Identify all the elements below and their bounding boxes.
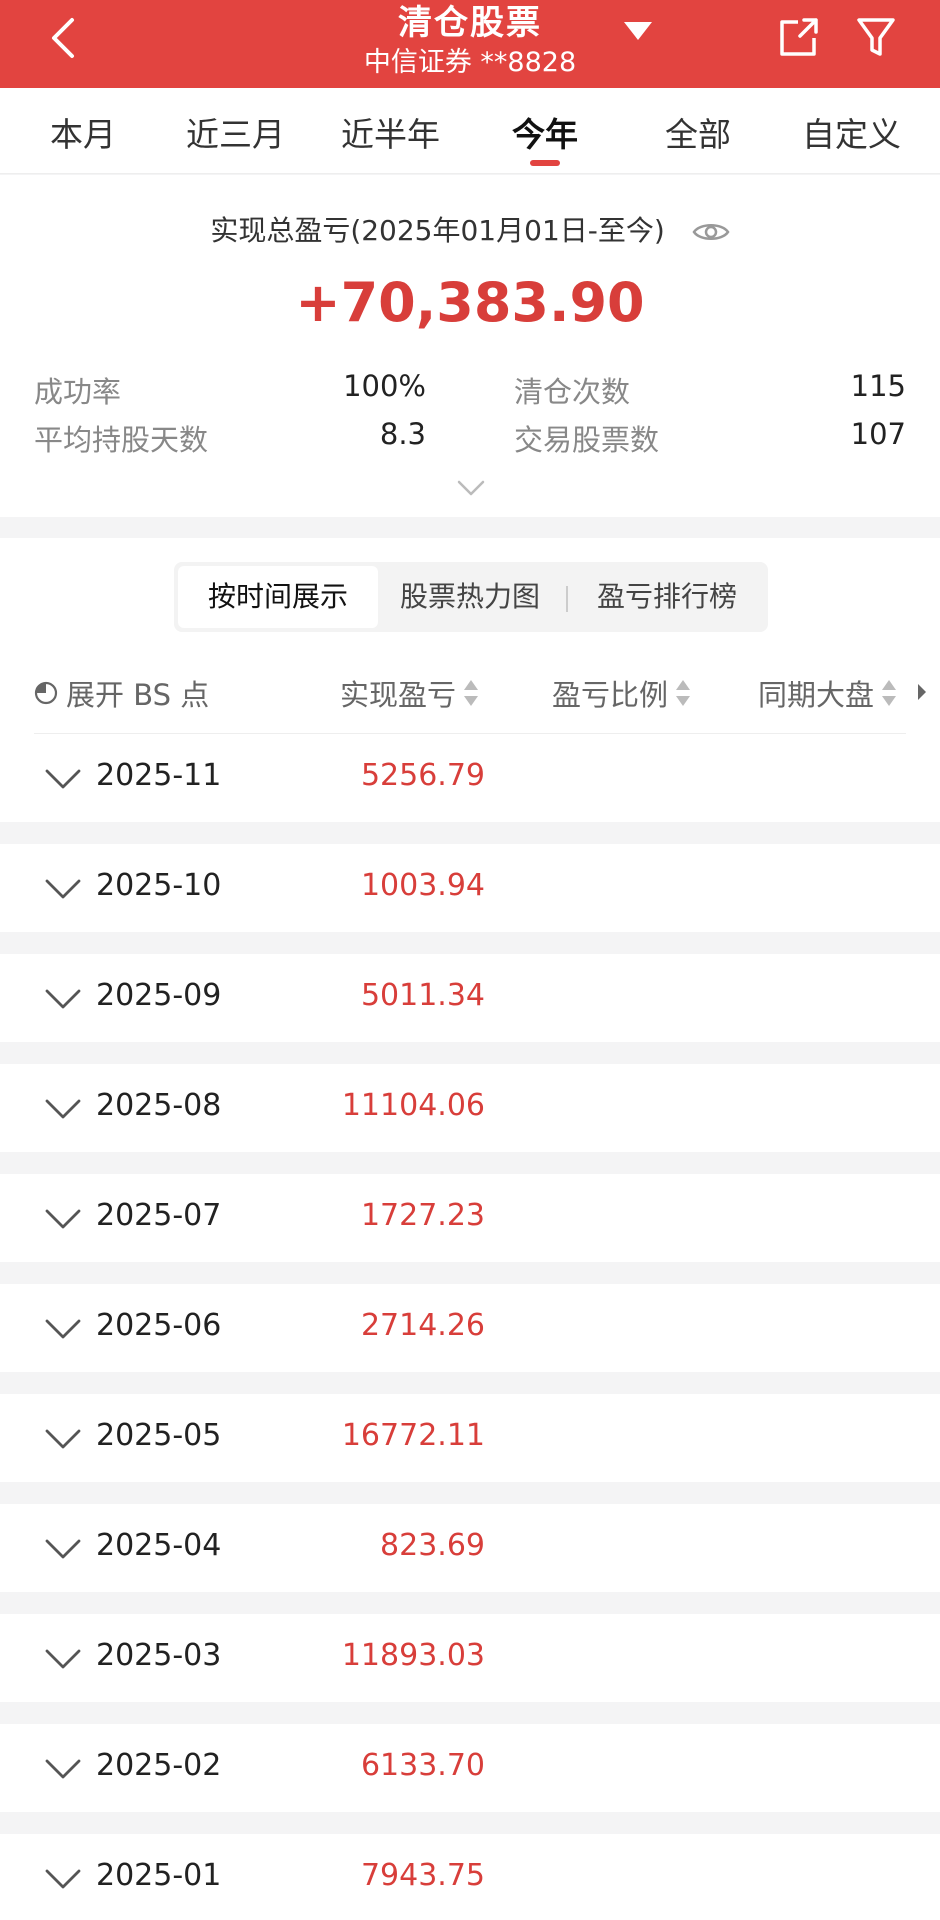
chevron-down-icon — [45, 1429, 81, 1449]
month-label: 2025-09 — [96, 978, 222, 1013]
realized-pnl-header: 实现盈亏 — [340, 678, 457, 712]
month-list: 2025-11 5256.79 2025-10 1003.94 2025-09 5011.… — [0, 734, 940, 1920]
chevron-down-icon — [45, 1539, 81, 1559]
month-label: 2025-10 — [96, 868, 222, 903]
summary-label-row: 实现总盈亏(2025年01月01日-至今) — [0, 209, 940, 249]
month-row[interactable]: 2025-08 11104.06 — [0, 1064, 940, 1152]
segment-heatmap[interactable]: 股票热力图 — [380, 566, 560, 628]
month-row[interactable]: 2025-06 2714.26 — [0, 1284, 940, 1372]
chevron-down-icon — [45, 1759, 81, 1779]
account-dropdown[interactable] — [600, 22, 652, 44]
tab-this-month[interactable]: 本月 — [50, 108, 116, 156]
month-label: 2025-11 — [96, 758, 222, 793]
chevron-down-icon — [45, 1649, 81, 1669]
eye-icon[interactable] — [692, 220, 730, 244]
tab-half-year[interactable]: 近半年 — [341, 108, 440, 156]
share-icon[interactable] — [776, 16, 820, 60]
month-pnl: 16772.11 — [341, 1418, 485, 1453]
sort-market[interactable]: 同期大盘 — [758, 672, 897, 714]
month-pnl: 11893.03 — [341, 1638, 485, 1673]
expand-bs-label: 展开 BS 点 — [66, 678, 210, 712]
stock-count-value: 107 — [850, 417, 906, 451]
month-row[interactable]: 2025-10 1003.94 — [0, 844, 940, 932]
chevron-down-icon[interactable] — [456, 479, 486, 497]
chevron-down-icon — [45, 769, 81, 789]
avg-days-value: 8.3 — [379, 417, 426, 451]
month-pnl: 1003.94 — [360, 868, 485, 903]
chevron-down-icon — [45, 1099, 81, 1119]
month-label: 2025-04 — [96, 1528, 222, 1563]
month-pnl: 2714.26 — [360, 1308, 485, 1343]
avg-days-label: 平均持股天数 — [34, 423, 209, 457]
month-row[interactable]: 2025-02 6133.70 — [0, 1724, 940, 1812]
sort-realized-pnl[interactable]: 实现盈亏 — [340, 672, 479, 714]
page-title: 清仓股票 — [398, 3, 542, 43]
clear-count-value: 115 — [850, 369, 906, 403]
pnl-ratio-header: 盈亏比例 — [552, 678, 669, 712]
active-tab-indicator — [530, 160, 560, 166]
scroll-right-icon[interactable] — [918, 684, 926, 700]
month-row[interactable]: 2025-01 7943.75 — [0, 1834, 940, 1920]
period-tabs: 本月 近三月 近半年 今年 全部 自定义 — [0, 88, 940, 174]
month-pnl: 823.69 — [380, 1528, 485, 1563]
month-label: 2025-05 — [96, 1418, 222, 1453]
filter-icon[interactable] — [856, 16, 896, 60]
month-row[interactable]: 2025-05 16772.11 — [0, 1394, 940, 1482]
stock-count-label: 交易股票数 — [514, 423, 660, 457]
month-label: 2025-06 — [96, 1308, 222, 1343]
chevron-down-icon — [45, 1209, 81, 1229]
market-header: 同期大盘 — [758, 678, 875, 712]
month-pnl: 5256.79 — [360, 758, 485, 793]
sort-icon — [882, 680, 897, 706]
month-row[interactable]: 2025-11 5256.79 — [0, 734, 940, 822]
header: 清仓股票 中信证券 **8828 — [0, 0, 940, 88]
month-pnl: 6133.70 — [360, 1748, 485, 1783]
month-pnl: 1727.23 — [360, 1198, 485, 1233]
segment-divider — [566, 586, 568, 612]
sort-icon — [676, 680, 691, 706]
pie-icon — [34, 681, 58, 705]
sort-pnl-ratio[interactable]: 盈亏比例 — [552, 672, 691, 714]
tab-custom[interactable]: 自定义 — [802, 108, 901, 156]
month-row[interactable]: 2025-04 823.69 — [0, 1504, 940, 1592]
tab-all[interactable]: 全部 — [665, 108, 731, 156]
segment-by-time[interactable]: 按时间展示 — [178, 566, 378, 628]
month-label: 2025-03 — [96, 1638, 222, 1673]
clear-count-label: 清仓次数 — [514, 375, 631, 409]
chevron-down-icon — [45, 1869, 81, 1889]
success-rate-value: 100% — [343, 369, 426, 403]
month-label: 2025-01 — [96, 1858, 222, 1893]
month-pnl: 7943.75 — [360, 1858, 485, 1893]
segment-ranking[interactable]: 盈亏排行榜 — [572, 566, 762, 628]
chevron-down-icon — [45, 879, 81, 899]
month-label: 2025-07 — [96, 1198, 222, 1233]
month-label: 2025-08 — [96, 1088, 222, 1123]
total-pnl: +70,383.90 — [295, 271, 645, 334]
sort-icon — [464, 680, 479, 706]
summary-label: 实现总盈亏(2025年01月01日-至今) — [210, 214, 665, 247]
month-label: 2025-02 — [96, 1748, 222, 1783]
caret-down-icon — [624, 22, 652, 40]
expand-bs-toggle[interactable]: 展开 BS 点 — [34, 672, 209, 714]
month-row[interactable]: 2025-03 11893.03 — [0, 1614, 940, 1702]
month-row[interactable]: 2025-09 5011.34 — [0, 954, 940, 1042]
summary-card: 实现总盈亏(2025年01月01日-至今) +70,383.90 成功率 100… — [0, 175, 940, 517]
chevron-down-icon — [45, 989, 81, 1009]
chevron-down-icon — [45, 1319, 81, 1339]
view-segment: 按时间展示 股票热力图 盈亏排行榜 — [174, 562, 768, 632]
month-pnl: 11104.06 — [341, 1088, 485, 1123]
month-pnl: 5011.34 — [360, 978, 485, 1013]
tab-three-months[interactable]: 近三月 — [186, 108, 285, 156]
success-rate-label: 成功率 — [34, 375, 122, 409]
detail-panel: 按时间展示 股票热力图 盈亏排行榜 展开 BS 点 实现盈亏 盈亏比例 同期大盘 — [0, 538, 940, 734]
month-row[interactable]: 2025-07 1727.23 — [0, 1174, 940, 1262]
tab-this-year[interactable]: 今年 — [512, 108, 578, 156]
